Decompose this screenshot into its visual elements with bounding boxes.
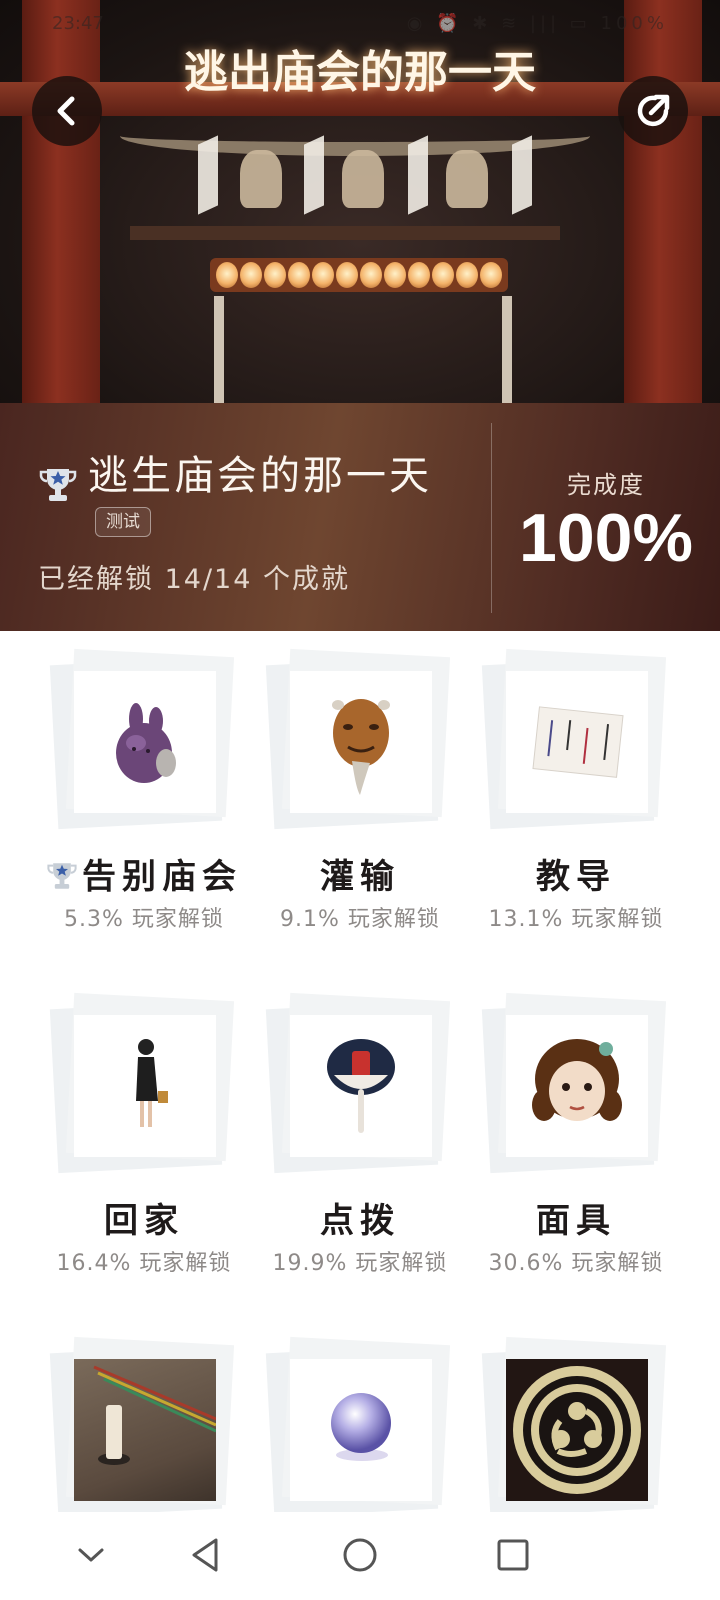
achievement-card[interactable]: 教导 13.1% 玩家解锁 <box>468 631 684 951</box>
lantern <box>360 262 382 288</box>
achievement-card[interactable]: 灌输 9.1% 玩家解锁 <box>252 631 468 951</box>
standing-girl-icon <box>74 1015 216 1157</box>
achievement-rate: 16.4% 玩家解锁 <box>56 1251 232 1276</box>
completion-value: 100% <box>519 500 693 576</box>
nav-home-icon[interactable] <box>337 1532 383 1578</box>
system-nav-bar <box>0 1512 720 1600</box>
game-title: 逃生庙会的那一天 <box>88 453 432 499</box>
candle-incense-icon <box>74 1359 216 1501</box>
achievement-rate: 19.9% 玩家解锁 <box>272 1251 448 1276</box>
old-man-mask-icon <box>290 671 432 813</box>
completion-label: 完成度 <box>567 471 645 499</box>
test-tag: 测试 <box>95 507 151 537</box>
paper-note-icon <box>506 671 648 813</box>
achievement-rate: 5.3% 玩家解锁 <box>64 907 224 932</box>
nav-recent-icon[interactable] <box>490 1532 536 1578</box>
rope-tassel <box>446 150 488 208</box>
achievement-rate: 13.1% 玩家解锁 <box>488 907 664 932</box>
shide-paper <box>512 135 532 215</box>
lantern <box>432 262 454 288</box>
lantern <box>384 262 406 288</box>
inner-gate-beam <box>130 226 560 240</box>
achievement-name: 教导 <box>536 857 616 897</box>
doll-mask-icon <box>506 1015 648 1157</box>
chevron-left-icon <box>57 96 75 126</box>
purple-rabbit-icon <box>74 671 216 813</box>
achievement-name: 灌输 <box>320 857 400 897</box>
status-time: 23:47 <box>52 13 104 34</box>
achievement-rate: 9.1% 玩家解锁 <box>280 907 440 932</box>
achievement-card[interactable]: 回家 16.4% 玩家解锁 <box>36 975 252 1295</box>
rope-tassel <box>342 150 384 208</box>
lantern <box>336 262 358 288</box>
lantern <box>216 262 238 288</box>
status-icons: ◉ ⏰ ✱ ≋ ||| ▭ 100% <box>406 13 668 34</box>
achievement-name: 告别庙会 <box>82 857 242 897</box>
gate-post <box>214 296 224 403</box>
lantern <box>240 262 262 288</box>
collapse-chevron-icon[interactable] <box>68 1532 114 1578</box>
game-info-panel: 逃生庙会的那一天 测试 已经解锁 14/14 个成就 完成度 100% <box>0 403 720 631</box>
banner-title: 逃出庙会的那一天 <box>184 47 536 98</box>
unlock-progress-text: 已经解锁 14/14 个成就 <box>38 564 350 595</box>
achievement-card[interactable]: 告别庙会 5.3% 玩家解锁 <box>36 631 252 951</box>
back-button[interactable] <box>32 76 102 146</box>
share-icon <box>637 94 670 127</box>
lantern <box>456 262 478 288</box>
achievement-card[interactable]: 点拨 19.9% 玩家解锁 <box>252 975 468 1295</box>
trophy-icon <box>39 469 77 501</box>
trophy-icon <box>47 863 77 889</box>
lantern <box>264 262 286 288</box>
lantern <box>480 262 502 288</box>
uchiwa-fan-icon <box>290 1015 432 1157</box>
achievement-name: 点拨 <box>320 1201 400 1241</box>
achievement-card[interactable]: 面具 30.6% 玩家解锁 <box>468 975 684 1295</box>
achievement-name: 回家 <box>104 1201 184 1241</box>
achievement-name: 面具 <box>536 1201 616 1241</box>
rope-tassel <box>240 150 282 208</box>
shide-paper <box>408 135 428 215</box>
lantern <box>312 262 334 288</box>
lantern <box>288 262 310 288</box>
game-banner: 23:47 ◉ ⏰ ✱ ≋ ||| ▭ 100% 逃出庙会的那一天 <box>0 0 720 403</box>
achievement-title: 告别庙会 <box>36 849 252 898</box>
share-button[interactable] <box>618 76 688 146</box>
shide-paper <box>304 135 324 215</box>
lantern <box>408 262 430 288</box>
achievement-rate: 30.6% 玩家解锁 <box>488 1251 664 1276</box>
shide-paper <box>198 135 218 215</box>
mitsudomoe-crest-icon <box>506 1359 648 1501</box>
nav-back-icon[interactable] <box>184 1532 230 1578</box>
gate-post <box>502 296 512 403</box>
glass-orb-icon <box>290 1359 432 1501</box>
